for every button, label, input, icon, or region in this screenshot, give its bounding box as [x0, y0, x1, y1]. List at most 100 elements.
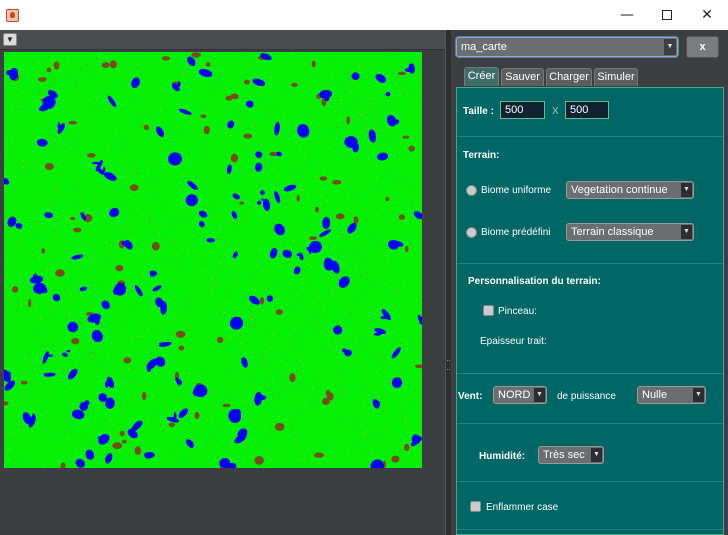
map-speck	[311, 122, 313, 124]
map-speck	[136, 172, 138, 174]
map-soil-patch	[134, 446, 142, 456]
map-speck	[218, 464, 220, 466]
map-water-patch	[102, 166, 106, 173]
map-speck	[222, 266, 224, 268]
map-soil-patch	[222, 403, 231, 408]
close-window-button[interactable]: ✕	[688, 0, 726, 30]
map-water-patch	[66, 349, 71, 353]
terrain-map-canvas[interactable]	[4, 52, 422, 468]
map-speck	[330, 78, 332, 80]
map-speck	[231, 170, 233, 172]
map-name-select[interactable]: ma_carte ▼	[456, 37, 678, 57]
terrain-preset-select[interactable]: Terrain classique ▼	[566, 223, 694, 241]
map-speck	[209, 391, 211, 393]
tab-sauver[interactable]: Sauver	[501, 68, 544, 86]
map-speck	[366, 380, 368, 382]
map-speck	[312, 449, 314, 451]
size-label: Taille :	[463, 106, 494, 117]
map-speck	[247, 150, 249, 152]
tab-simuler[interactable]: Simuler	[594, 68, 638, 86]
map-speck	[359, 254, 361, 256]
map-speck	[183, 441, 185, 443]
map-speck	[301, 389, 303, 391]
map-speck	[281, 306, 283, 308]
map-speck	[278, 65, 280, 67]
biome-uniform-radio[interactable]	[466, 185, 477, 196]
map-speck	[75, 151, 77, 153]
map-soil-patch	[404, 245, 409, 253]
map-speck	[323, 174, 325, 176]
map-speck	[413, 98, 415, 100]
map-speck	[280, 242, 282, 244]
divider	[457, 373, 723, 374]
map-speck	[325, 285, 327, 287]
map-speck	[377, 433, 379, 435]
map-water-patch	[6, 70, 14, 76]
map-speck	[211, 421, 213, 423]
map-speck	[289, 334, 291, 336]
map-speck	[86, 152, 88, 154]
map-speck	[355, 98, 357, 100]
map-speck	[50, 434, 52, 436]
map-soil-patch	[296, 194, 300, 202]
map-speck	[14, 176, 16, 178]
vegetation-select[interactable]: Vegetation continue ▼	[566, 181, 694, 199]
maximize-button[interactable]	[648, 0, 686, 30]
map-speck	[341, 463, 343, 465]
map-speck	[322, 306, 324, 308]
map-speck	[220, 157, 222, 159]
map-speck	[355, 336, 357, 338]
map-speck	[367, 449, 369, 451]
map-speck	[246, 197, 248, 199]
map-speck	[387, 356, 389, 358]
map-speck	[252, 421, 254, 423]
tab-creer[interactable]: Créer	[464, 67, 499, 86]
map-speck	[343, 312, 345, 314]
map-speck	[375, 259, 377, 261]
map-speck	[91, 341, 93, 343]
map-speck	[283, 115, 285, 117]
map-speck	[375, 355, 377, 357]
java-cup-icon	[6, 9, 19, 22]
map-speck	[8, 448, 10, 450]
brush-checkbox[interactable]	[483, 305, 494, 316]
map-water-patch	[296, 253, 302, 256]
map-speck	[372, 308, 374, 310]
panel-menu-button[interactable]: ▼	[3, 33, 17, 46]
map-speck	[396, 289, 398, 291]
height-input[interactable]: 500	[565, 101, 609, 119]
map-soil-patch	[335, 213, 345, 220]
map-speck	[413, 348, 415, 350]
width-input[interactable]: 500	[500, 101, 545, 119]
map-soil-patch	[402, 135, 410, 139]
minimize-button[interactable]: —	[608, 0, 646, 30]
map-speck	[403, 153, 405, 155]
map-speck	[303, 242, 305, 244]
map-speck	[369, 107, 371, 109]
ignite-cell-checkbox[interactable]	[470, 501, 481, 512]
map-speck	[131, 335, 133, 337]
map-speck	[126, 173, 128, 175]
map-speck	[88, 352, 90, 354]
map-speck	[405, 423, 407, 425]
map-speck	[376, 214, 378, 216]
map-speck	[210, 199, 212, 201]
map-speck	[231, 444, 233, 446]
map-speck	[277, 140, 279, 142]
tab-charger[interactable]: Charger	[546, 68, 592, 86]
map-speck	[39, 92, 41, 94]
close-map-button[interactable]: x	[686, 36, 719, 58]
biome-predefined-radio[interactable]	[466, 227, 477, 238]
map-speck	[373, 410, 375, 412]
map-speck	[63, 415, 65, 417]
map-speck	[299, 342, 301, 344]
map-speck	[34, 306, 36, 308]
wind-direction-select[interactable]: NORD ▼	[493, 386, 547, 404]
map-speck	[149, 183, 151, 185]
wind-strength-select[interactable]: Nulle ▼	[637, 386, 706, 404]
map-speck	[132, 214, 134, 216]
map-speck	[251, 318, 253, 320]
map-speck	[114, 356, 116, 358]
map-speck	[108, 144, 110, 146]
humidity-select[interactable]: Très sec ▼	[538, 446, 604, 464]
